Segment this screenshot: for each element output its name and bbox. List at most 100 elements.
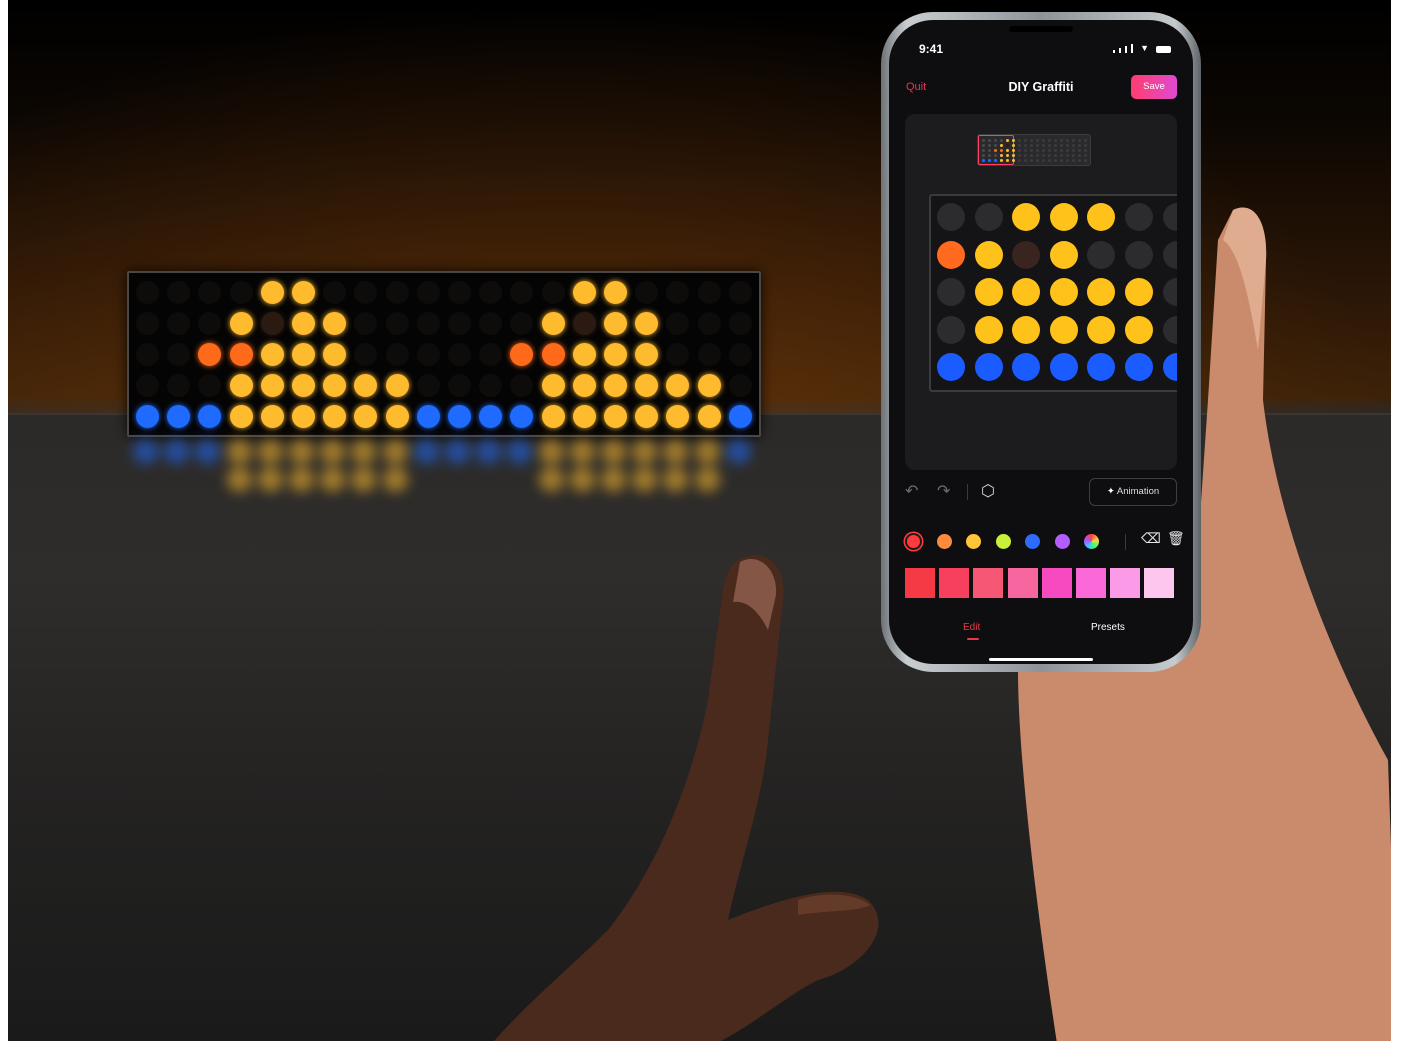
- grid-cell[interactable]: [1012, 240, 1041, 269]
- thumbnail-dot: [1012, 149, 1015, 152]
- grid-cell[interactable]: [1012, 278, 1041, 307]
- grid-cell[interactable]: [1012, 203, 1041, 231]
- grid-cell[interactable]: [1125, 353, 1153, 382]
- shade-swatch[interactable]: [939, 568, 970, 598]
- grid-cell[interactable]: [1162, 278, 1177, 307]
- grid-cell[interactable]: [1049, 278, 1078, 307]
- thumbnail-dot: [1066, 159, 1069, 162]
- grid-cell[interactable]: [1162, 240, 1177, 269]
- grid-cell[interactable]: [1087, 315, 1116, 344]
- grid-cell[interactable]: [1049, 353, 1078, 382]
- grid-cell[interactable]: [1162, 315, 1177, 344]
- shade-swatch[interactable]: [1041, 568, 1072, 598]
- trash-icon[interactable]: 🗑: [1167, 530, 1185, 547]
- led-dot: [728, 281, 752, 304]
- thumbnail-dot: [1072, 144, 1075, 147]
- toolbar-divider: [967, 484, 968, 500]
- thumbnail-dot: [1072, 159, 1075, 162]
- grid-cell[interactable]: [1125, 278, 1153, 307]
- redo-icon[interactable]: ↷: [937, 482, 950, 502]
- grid-cell[interactable]: [937, 278, 965, 307]
- led-dot: [385, 312, 409, 335]
- thumbnail-dot: [1084, 149, 1087, 152]
- shade-swatch[interactable]: [1007, 568, 1038, 598]
- shade-swatch[interactable]: [905, 568, 935, 598]
- led-dot: [136, 281, 159, 304]
- palette-color-swatch[interactable]: [995, 534, 1011, 549]
- grid-cell[interactable]: [974, 240, 1003, 269]
- grid-cell[interactable]: [1049, 315, 1078, 344]
- thumbnail-dot: [1006, 139, 1009, 142]
- grid-cell[interactable]: [974, 353, 1003, 382]
- grid-cell[interactable]: [974, 203, 1003, 231]
- thumbnail-dot: [982, 154, 985, 157]
- animation-button[interactable]: ✦ Animation: [1089, 478, 1177, 506]
- grid-cell[interactable]: [937, 203, 965, 231]
- led-reflection-dot: [321, 468, 345, 491]
- led-dot: [292, 312, 315, 335]
- grid-cell[interactable]: [1087, 203, 1116, 231]
- thumbnail-dot: [1042, 144, 1045, 147]
- led-dot: [510, 281, 534, 304]
- shade-swatch[interactable]: [973, 568, 1004, 598]
- grid-cell[interactable]: [1125, 203, 1153, 231]
- thumbnail-dot: [1024, 149, 1027, 152]
- palette-color-swatch[interactable]: [1084, 534, 1099, 549]
- grid-cell[interactable]: [937, 315, 965, 344]
- pixel-grid-editor[interactable]: [929, 194, 1177, 392]
- grid-cell[interactable]: [1087, 240, 1116, 269]
- tab-edit[interactable]: Edit: [963, 622, 980, 633]
- grid-cell[interactable]: [1049, 203, 1078, 231]
- frame-thumbnail-strip[interactable]: [977, 134, 1091, 166]
- thumbnail-dot: [1072, 154, 1075, 157]
- thumbnail-dot: [1036, 154, 1039, 157]
- save-button[interactable]: Save: [1131, 75, 1177, 99]
- led-dot: [541, 374, 565, 397]
- grid-cell[interactable]: [1125, 315, 1153, 344]
- shade-swatch[interactable]: [1076, 568, 1106, 598]
- cube-icon[interactable]: ⬡: [981, 482, 995, 502]
- thumbnail-dot: [1066, 149, 1069, 152]
- thumbnail-dot: [1054, 139, 1057, 142]
- grid-cell[interactable]: [1087, 353, 1116, 382]
- led-dot: [229, 374, 253, 397]
- thumbnail-dot: [1084, 154, 1087, 157]
- thumbnail-dot: [1000, 159, 1003, 162]
- bottom-tabs: Edit Presets: [889, 618, 1193, 648]
- grid-cell[interactable]: [974, 315, 1003, 344]
- led-dot: [354, 312, 378, 335]
- led-reflection-dot: [726, 440, 750, 463]
- tab-presets[interactable]: Presets: [1091, 622, 1125, 633]
- undo-icon[interactable]: ↶: [905, 482, 918, 502]
- led-dot: [697, 281, 721, 304]
- grid-cell[interactable]: [1162, 203, 1177, 231]
- thumbnail-dot: [982, 139, 985, 142]
- thumbnail-dot: [1012, 144, 1015, 147]
- thumbnail-dot: [1036, 149, 1039, 152]
- grid-cell[interactable]: [1087, 278, 1116, 307]
- led-dot: [323, 343, 347, 366]
- grid-cell[interactable]: [937, 240, 965, 269]
- led-dot: [229, 343, 253, 366]
- led-reflection-dot: [383, 468, 407, 491]
- grid-cell[interactable]: [1049, 240, 1078, 269]
- palette-color-swatch[interactable]: [966, 534, 981, 549]
- grid-cell[interactable]: [974, 278, 1003, 307]
- led-dot: [479, 343, 503, 366]
- palette-color-swatch[interactable]: [1025, 534, 1040, 549]
- palette-color-swatch[interactable]: [907, 535, 920, 548]
- thumbnail-dot: [1006, 144, 1009, 147]
- grid-cell[interactable]: [937, 353, 965, 382]
- grid-cell[interactable]: [1012, 315, 1041, 344]
- grid-cell[interactable]: [1125, 240, 1153, 269]
- grid-cell[interactable]: [1162, 353, 1177, 382]
- palette-color-swatch[interactable]: [936, 534, 952, 549]
- shade-swatch[interactable]: [1144, 568, 1175, 598]
- eraser-icon[interactable]: ⌫: [1141, 530, 1161, 547]
- palette-color-swatch[interactable]: [1054, 534, 1070, 549]
- thumbnail-dot: [1030, 144, 1033, 147]
- grid-cell[interactable]: [1012, 353, 1041, 382]
- thumbnail-dot: [988, 139, 991, 142]
- led-dot: [136, 374, 159, 397]
- shade-swatch[interactable]: [1110, 568, 1141, 598]
